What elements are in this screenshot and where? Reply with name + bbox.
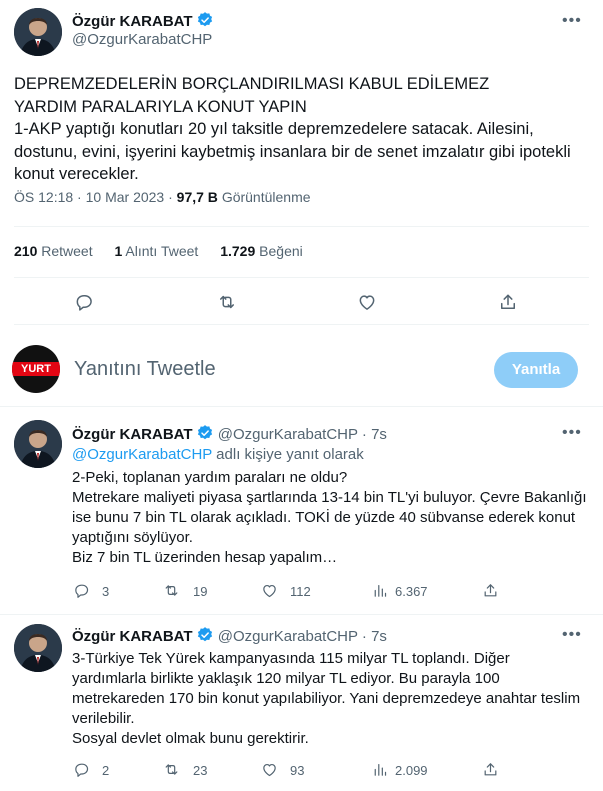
- more-options-icon[interactable]: •••: [562, 12, 582, 30]
- retweet-icon[interactable]: [163, 582, 180, 604]
- retweet-icon[interactable]: [163, 761, 180, 783]
- tweet-meta: ÖS 12:18 · 10 Mar 2023 · 97,7 B Görüntül…: [14, 189, 311, 205]
- likes-stat[interactable]: 1.729 Beğeni: [220, 243, 303, 259]
- views-icon[interactable]: [371, 582, 388, 604]
- views-count: 97,7 B: [176, 189, 218, 205]
- engagement-stats: 210 Retweet 1 Alıntı Tweet 1.729 Beğeni: [14, 243, 303, 259]
- reply-button[interactable]: Yanıtla: [494, 352, 578, 388]
- divider: [14, 277, 589, 278]
- like-count: 112: [290, 584, 311, 599]
- quotes-count: 1: [114, 243, 123, 259]
- replying-to-label: adlı kişiye yanıt olarak: [212, 446, 364, 463]
- reply-count: 3: [102, 584, 110, 599]
- quotes-stat[interactable]: 1 Alıntı Tweet: [115, 243, 199, 259]
- tweet-text: DEPREMZEDELERİN BORÇLANDIRILMASI KABUL E…: [14, 75, 571, 183]
- share-icon[interactable]: [498, 292, 518, 317]
- views-icon[interactable]: [371, 761, 388, 783]
- meta-separator: ·: [77, 189, 82, 205]
- like-icon[interactable]: [357, 292, 377, 317]
- like-icon[interactable]: [261, 761, 278, 783]
- retweet-icon[interactable]: [217, 292, 237, 317]
- tweet-time[interactable]: ÖS 12:18: [14, 189, 73, 205]
- likes-count: 1.729: [220, 243, 256, 259]
- share-icon[interactable]: [482, 582, 499, 604]
- compose-input[interactable]: Yanıtını Tweetle: [74, 358, 216, 381]
- reply-text: 3-Türkiye Tek Yürek kampanyasında 115 mi…: [72, 650, 581, 747]
- reply-author-handle[interactable]: @OzgurKarabatCHP: [218, 628, 358, 645]
- like-count: 93: [290, 763, 305, 778]
- reply-count: 2: [102, 763, 110, 778]
- like-icon[interactable]: [261, 582, 278, 604]
- reply-time[interactable]: · 7s: [362, 628, 387, 645]
- views-label: Görüntülenme: [221, 189, 311, 205]
- verified-badge-icon: [196, 626, 214, 644]
- reply-author-name[interactable]: Özgür KARABAT: [72, 628, 193, 645]
- compose-avatar: YURT: [12, 345, 60, 393]
- reply-icon[interactable]: [73, 761, 90, 783]
- author-name[interactable]: Özgür KARABAT: [72, 11, 214, 30]
- views-count: 2.099: [395, 763, 428, 778]
- divider: [0, 614, 603, 615]
- replying-to: @OzgurKarabatCHP adlı kişiye yanıt olara…: [72, 446, 364, 463]
- divider: [14, 324, 589, 325]
- reply-author-name[interactable]: Özgür KARABAT: [72, 426, 193, 443]
- retweet-count: 23: [193, 763, 208, 778]
- meta-separator: ·: [168, 189, 173, 205]
- reply-text: 2-Peki, toplanan yardım paraları ne oldu…: [72, 469, 587, 566]
- verified-badge-icon: [196, 11, 214, 29]
- likes-label: Beğeni: [259, 243, 303, 259]
- reply-time[interactable]: · 7s: [362, 426, 387, 443]
- divider: [0, 406, 603, 407]
- views-count: 6.367: [395, 584, 428, 599]
- more-options-icon[interactable]: •••: [562, 626, 582, 644]
- yurt-logo-text: YURT: [21, 363, 51, 375]
- retweet-count: 19: [193, 584, 208, 599]
- reply-icon[interactable]: [73, 582, 90, 604]
- reply-avatar[interactable]: [14, 420, 62, 468]
- reply-icon[interactable]: [74, 292, 94, 317]
- author-name-text[interactable]: Özgür KARABAT: [72, 13, 193, 30]
- retweets-stat[interactable]: 210 Retweet: [14, 243, 93, 259]
- reply-header: Özgür KARABAT @OzgurKarabatCHP · 7s: [72, 626, 387, 645]
- reply-author-handle[interactable]: @OzgurKarabatCHP: [218, 426, 358, 443]
- replying-to-mention[interactable]: @OzgurKarabatCHP: [72, 446, 212, 463]
- author-handle[interactable]: @OzgurKarabatCHP: [72, 31, 212, 48]
- verified-badge-icon: [196, 424, 214, 442]
- quotes-label: Alıntı Tweet: [125, 243, 199, 259]
- reply-header: Özgür KARABAT @OzgurKarabatCHP · 7s: [72, 424, 387, 443]
- tweet-date[interactable]: 10 Mar 2023: [86, 189, 165, 205]
- author-avatar[interactable]: [14, 8, 62, 56]
- retweets-count: 210: [14, 243, 38, 259]
- more-options-icon[interactable]: •••: [562, 424, 582, 442]
- reply-avatar[interactable]: [14, 624, 62, 672]
- share-icon[interactable]: [482, 761, 499, 783]
- retweets-label: Retweet: [41, 243, 93, 259]
- divider: [14, 226, 589, 227]
